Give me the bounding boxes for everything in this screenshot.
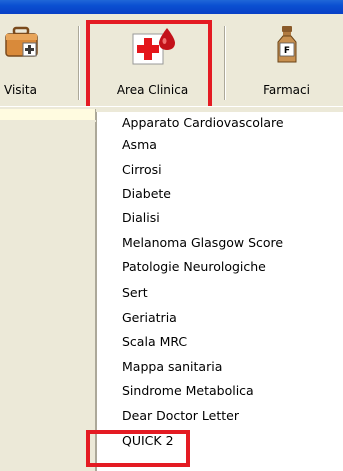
area-clinica-dropdown-menu: Apparato Cardiovascolare Asma Cirrosi Di…: [96, 112, 343, 471]
left-panel: [0, 122, 96, 471]
medicine-bottle-icon: F: [276, 26, 298, 67]
menu-item-sindrome-metabolica[interactable]: Sindrome Metabolica: [122, 380, 254, 402]
menu-item-diabete[interactable]: Diabete: [122, 183, 171, 205]
search-field[interactable]: [0, 109, 96, 120]
menu-item-sert[interactable]: Sert: [122, 282, 148, 304]
menu-item-asma[interactable]: Asma: [122, 134, 157, 156]
visita-label: Visita: [4, 83, 37, 97]
farmaci-button[interactable]: F Farmaci: [230, 14, 343, 106]
window-titlebar: [0, 0, 343, 14]
farmaci-label: Farmaci: [263, 83, 310, 97]
menu-item-cirrosi[interactable]: Cirrosi: [122, 159, 162, 181]
menu-item-mappa-sanitaria[interactable]: Mappa sanitaria: [122, 356, 222, 378]
menu-item-patologie-neurologiche[interactable]: Patologie Neurologiche: [122, 256, 266, 278]
briefcase-medical-icon: [5, 26, 39, 63]
menu-item-dialisi[interactable]: Dialisi: [122, 207, 160, 229]
quick-2-highlight: [86, 430, 190, 467]
toolbar-separator: [224, 26, 225, 100]
toolbar-separator: [78, 26, 79, 100]
area-clinica-highlight: [86, 20, 212, 114]
menu-item-dear-doctor-letter[interactable]: Dear Doctor Letter: [122, 405, 239, 427]
bottle-label-letter: F: [283, 46, 289, 56]
menu-item-scala-mrc[interactable]: Scala MRC: [122, 331, 187, 353]
menu-item-geriatria[interactable]: Geriatria: [122, 307, 177, 329]
menu-item-melanoma-glasgow-score[interactable]: Melanoma Glasgow Score: [122, 232, 283, 254]
visita-button[interactable]: Visita: [0, 14, 60, 106]
menu-item-apparato-cardiovascolare[interactable]: Apparato Cardiovascolare: [122, 112, 284, 134]
